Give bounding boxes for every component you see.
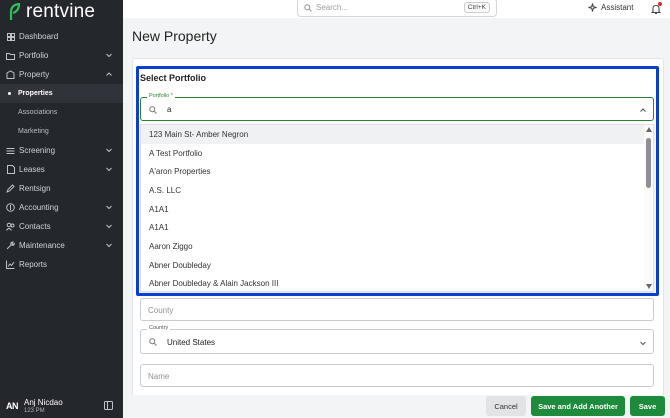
chevron-down-icon [106,167,112,172]
sidebar: rentvine Dashboard Portfolio Property Pr… [0,0,123,418]
sidebar-item-leases[interactable]: Leases [0,160,123,179]
building-icon [6,70,15,79]
sidebar-item-property[interactable]: Property [0,65,123,84]
chevron-up-icon [106,72,112,76]
chevron-down-icon [106,148,112,153]
portfolio-value: a [167,105,172,114]
sidebar-item-contacts[interactable]: Contacts [0,217,123,236]
search-icon [149,338,157,346]
county-placeholder: County [148,306,174,315]
portfolio-input[interactable]: Portfolio * a [140,93,654,121]
sidebar-item-label: Reports [19,260,48,269]
save-button[interactable]: Save [630,396,665,416]
notifications-button[interactable] [650,2,662,14]
chart-icon [6,260,15,269]
avatar: AN [6,400,19,411]
sidebar-item-portfolio[interactable]: Portfolio [0,46,123,65]
scroll-down-arrow-icon[interactable] [646,284,652,289]
sidebar-subitem-properties[interactable]: Properties [0,84,123,103]
active-dot [8,92,11,95]
country-value: United States [167,338,216,347]
portfolio-label: Portfolio * [147,93,175,99]
name-placeholder: Name [148,372,170,381]
list-icon [6,146,15,155]
country-select[interactable]: Country United States [140,325,654,354]
dropdown-option[interactable]: A'aron Properties [141,162,653,181]
sidebar-item-maintenance[interactable]: Maintenance [0,236,123,255]
assistant-button[interactable]: Assistant [588,3,633,12]
chevron-down-icon [106,53,112,58]
county-input[interactable]: County [140,298,654,321]
dropdown-option[interactable]: A1A1 [141,200,653,219]
chevron-down-icon [106,205,112,210]
sidebar-item-label: Portfolio [19,51,49,60]
assistant-label: Assistant [601,3,634,12]
portfolio-dropdown: 123 Main St- Amber Negron A Test Portfol… [140,124,654,292]
sidebar-subitem-label: Properties [18,90,53,97]
cancel-button[interactable]: Cancel [486,396,526,416]
country-label: Country [147,325,171,331]
global-search-input[interactable]: Search... Ctrl+K [297,0,497,17]
top-bar: Search... Ctrl+K Assistant [123,0,670,18]
sidebar-item-reports[interactable]: Reports [0,255,123,274]
pen-icon [6,184,15,193]
collapse-sidebar-icon[interactable] [104,401,113,410]
dropdown-option[interactable]: A Test Portfolio [141,144,653,163]
name-input[interactable]: Name [140,364,654,387]
rentvine-logo[interactable]: rentvine [8,1,96,22]
sparkle-icon [588,3,597,12]
chevron-up-icon[interactable] [639,106,647,114]
sidebar-subitem-label: Associations [18,109,58,116]
dropdown-option[interactable]: Abner Doubleday [141,256,653,275]
sidebar-item-dashboard[interactable]: Dashboard [0,27,123,46]
user-name: Anj Nicdao [24,397,63,407]
sidebar-subitem-associations[interactable]: Associations [0,103,123,122]
sidebar-item-label: Accounting [19,203,59,212]
page-title: New Property [132,28,217,44]
dropdown-option[interactable]: Aaron Ziggo [141,237,653,256]
dropdown-option[interactable]: Abner Doubleday & Alain Jackson III [141,275,653,292]
chevron-down-icon[interactable] [639,339,647,347]
save-and-add-another-button[interactable]: Save and Add Another [531,396,625,416]
dropdown-option[interactable]: A.S. LLC [141,181,653,200]
sidebar-item-label: Screening [19,146,56,155]
sidebar-item-accounting[interactable]: Accounting [0,198,123,217]
sidebar-item-screening[interactable]: Screening [0,141,123,160]
sidebar-item-label: Maintenance [19,241,65,250]
dropdown-option[interactable]: 123 Main St- Amber Negron [141,125,653,144]
sidebar-subitem-label: Marketing [18,128,49,135]
sidebar-subitem-marketing[interactable]: Marketing [0,122,123,141]
document-icon [6,165,15,174]
scrollbar-thumb[interactable] [646,138,651,188]
sidebar-item-rentsign[interactable]: Rentsign [0,179,123,198]
notification-dot [658,2,662,6]
search-placeholder: Search... [316,3,349,12]
chevron-down-icon [106,224,112,229]
search-icon [149,106,157,114]
chevron-down-icon [106,243,112,248]
sidebar-nav: Dashboard Portfolio Property Properties … [0,27,123,274]
dollar-icon [6,203,15,212]
dropdown-option[interactable]: A1A1 [141,218,653,237]
search-icon [304,3,312,12]
wrench-icon [6,241,15,250]
search-shortcut: Ctrl+K [463,2,490,13]
logo-text: rentvine [26,1,96,22]
user-profile[interactable]: AN Anj Nicdao 123 PM [0,393,123,418]
people-icon [6,222,15,231]
leaf-icon [9,3,21,20]
dropdown-scrollbar[interactable] [644,125,653,291]
sidebar-item-label: Leases [19,165,45,174]
sidebar-item-label: Dashboard [19,32,59,41]
folder-icon [6,51,15,60]
sidebar-item-label: Rentsign [19,184,51,193]
sidebar-item-label: Property [19,70,50,79]
user-company: 123 PM [24,407,45,414]
section-title: Select Portfolio [140,73,207,83]
scroll-up-arrow-icon[interactable] [646,127,652,132]
sidebar-item-label: Contacts [19,222,51,231]
grid-icon [6,32,15,41]
